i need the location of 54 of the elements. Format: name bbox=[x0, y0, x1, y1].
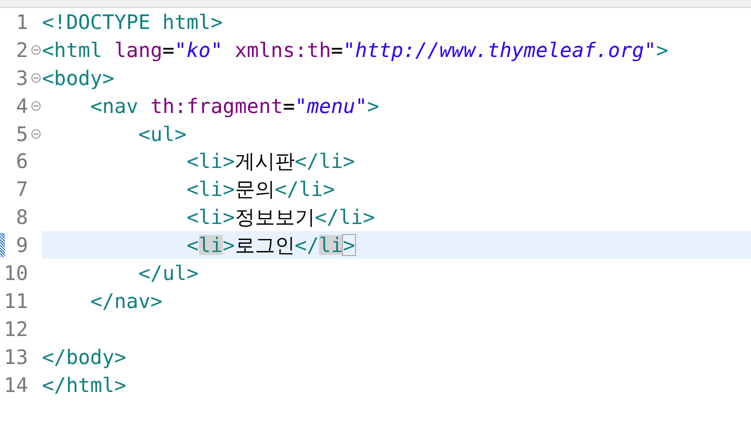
attribute-name: xmlns:th bbox=[234, 40, 332, 60]
text-content: 문의 bbox=[234, 179, 275, 200]
attribute-value: "ko" bbox=[174, 40, 224, 60]
html-tag: <li> bbox=[186, 151, 235, 172]
text-content: 게시판 bbox=[234, 151, 295, 172]
attribute-value: "http://www.thymeleaf.org" bbox=[343, 40, 656, 60]
collapse-icon[interactable] bbox=[31, 100, 41, 111]
html-tag: <nav bbox=[90, 96, 150, 116]
html-tag: </ul> bbox=[138, 262, 199, 283]
collapse-icon[interactable] bbox=[31, 44, 41, 55]
bracket: > bbox=[342, 235, 356, 256]
collapse-icon[interactable] bbox=[31, 72, 41, 83]
html-tag: </li> bbox=[314, 207, 375, 228]
html-tag: </li> bbox=[274, 179, 335, 200]
line-number: 14 bbox=[2, 374, 28, 395]
attribute-name: lang bbox=[114, 40, 162, 60]
line-number: 3 bbox=[14, 68, 28, 88]
html-tag: < bbox=[186, 235, 199, 256]
line-number: 1 bbox=[14, 12, 28, 32]
html-tag: > bbox=[367, 96, 380, 116]
html-tag: <html bbox=[42, 40, 114, 60]
matched-tag-name: li bbox=[318, 235, 343, 256]
html-tag: <body> bbox=[42, 68, 114, 88]
html-tag: <li> bbox=[186, 179, 235, 200]
line-number: 13 bbox=[2, 346, 28, 367]
text-content: 로그인 bbox=[234, 235, 295, 256]
code-text: = bbox=[162, 40, 174, 60]
attribute-name: th:fragment bbox=[150, 96, 283, 116]
html-tag: </ bbox=[294, 235, 319, 256]
line-number: 2 bbox=[14, 40, 28, 60]
line-number: 11 bbox=[2, 290, 28, 311]
line-number: 6 bbox=[14, 151, 28, 172]
text-content: 정보보기 bbox=[234, 207, 315, 228]
html-tag: </li> bbox=[294, 151, 355, 172]
html-tag: <ul> bbox=[138, 124, 187, 144]
html-tag: </body> bbox=[42, 346, 126, 367]
html-tag: > bbox=[656, 40, 668, 60]
line-number: 10 bbox=[2, 262, 28, 283]
code-text: = bbox=[282, 96, 295, 116]
collapse-icon[interactable] bbox=[31, 128, 41, 138]
line-number: 12 bbox=[2, 318, 28, 339]
html-tag: </nav> bbox=[90, 290, 162, 311]
line-number: 9 bbox=[14, 235, 28, 256]
matched-tag-name: li bbox=[198, 235, 223, 256]
line-number: 5 bbox=[14, 124, 28, 144]
html-tag: <li> bbox=[186, 207, 235, 228]
code-text: = bbox=[331, 40, 344, 60]
line-number: 4 bbox=[14, 96, 28, 116]
html-tag: </html> bbox=[42, 374, 126, 395]
attribute-value: "menu" bbox=[294, 96, 368, 116]
line-number: 7 bbox=[14, 179, 28, 200]
html-tag: > bbox=[222, 235, 235, 256]
html-tag: <!DOCTYPE html> bbox=[42, 12, 223, 32]
line-number: 8 bbox=[14, 207, 28, 228]
